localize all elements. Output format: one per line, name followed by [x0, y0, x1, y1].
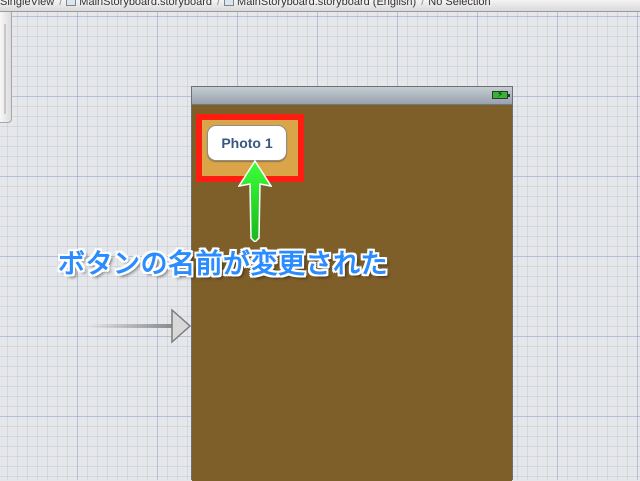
entry-arrow-head: [171, 308, 192, 344]
entry-arrow-shaft: [88, 324, 174, 328]
photo-button[interactable]: Photo 1: [207, 125, 287, 161]
arrow-up-icon: [238, 160, 272, 242]
battery-charging-icon: ⚡: [492, 90, 510, 100]
chevron-right-icon: /: [421, 0, 425, 8]
storyboard-file-icon: [66, 0, 77, 6]
annotation-arrow-icon: [238, 160, 272, 242]
annotation-caption: ボタンの名前が変更された: [58, 249, 388, 280]
jump-bar-item-storyboard-english[interactable]: MainStoryboard.storyboard (English): [224, 0, 416, 8]
chevron-right-icon: /: [216, 0, 221, 8]
chevron-right-icon: /: [59, 0, 63, 8]
jump-bar-item-selection[interactable]: No Selection: [428, 0, 490, 8]
jump-bar: SingleView / MainStoryboard.storyboard / Mai…: [0, 0, 640, 12]
dock-handle: [4, 24, 6, 114]
jump-bar-item-project[interactable]: SingleView: [0, 0, 54, 8]
document-outline-toggle[interactable]: [0, 12, 12, 123]
storyboard-file-icon: [224, 0, 235, 6]
simulated-status-bar: ⚡: [192, 87, 512, 105]
jump-bar-item-storyboard[interactable]: MainStoryboard.storyboard: [66, 0, 212, 8]
storyboard-entry-arrow-icon[interactable]: [88, 308, 194, 344]
